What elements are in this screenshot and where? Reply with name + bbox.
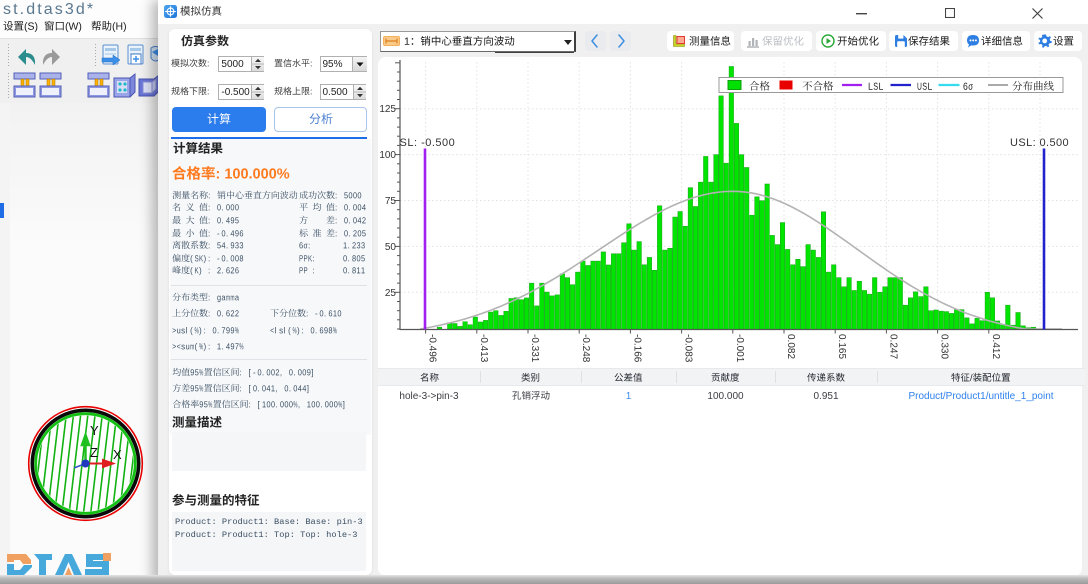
svg-text:-0.248: -0.248 [580,334,591,363]
svg-text:X: X [113,447,122,462]
svg-text:-0.083: -0.083 [683,334,694,363]
svg-text:0.247: 0.247 [887,334,898,359]
svg-text:75: 75 [385,196,397,207]
svg-text:Z: Z [90,445,98,460]
svg-text:USL: 0.500: USL: 0.500 [1010,137,1069,149]
svg-text:0.412: 0.412 [990,334,1001,359]
svg-text:0.165: 0.165 [836,334,847,359]
svg-text:0.082: 0.082 [785,334,796,359]
svg-text:-0.496: -0.496 [427,334,438,363]
svg-text:-0.001: -0.001 [734,334,745,363]
svg-text:100: 100 [379,150,396,161]
svg-text:125: 125 [379,104,396,115]
svg-text:Y: Y [90,423,99,438]
svg-text:50: 50 [385,242,397,253]
svg-text:0.330: 0.330 [939,334,950,359]
svg-text:SL: -0.500: SL: -0.500 [400,137,456,149]
svg-text:25: 25 [385,288,397,299]
svg-text:-0.166: -0.166 [631,334,642,363]
svg-text:-0.413: -0.413 [478,334,489,363]
svg-text:-0.331: -0.331 [529,334,540,363]
